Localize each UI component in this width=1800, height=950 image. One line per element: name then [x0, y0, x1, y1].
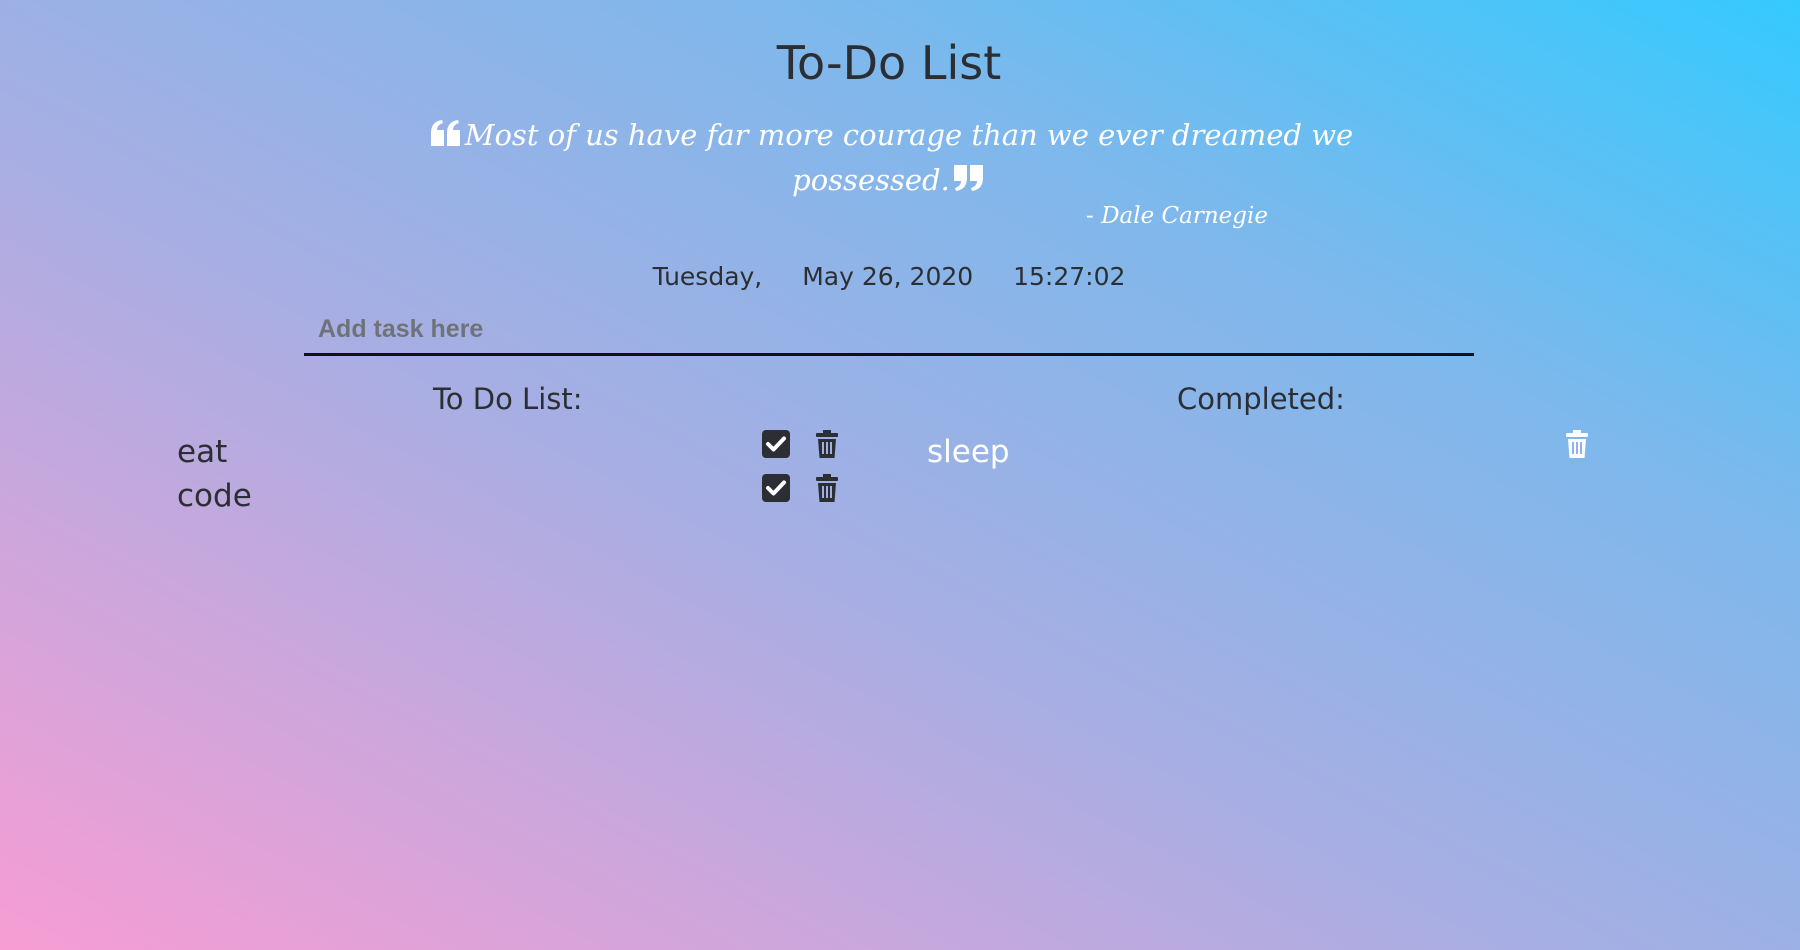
date-text: May 26, 2020 [802, 262, 974, 291]
todo-item-label: code [177, 478, 252, 514]
quote-author: - Dale Carnegie [1086, 203, 1268, 229]
quote-right-icon [953, 159, 984, 203]
app-background: To-Do List Most of us have far more cour… [0, 0, 1800, 950]
trash-icon[interactable] [816, 430, 838, 458]
completed-item-label: sleep [927, 434, 1010, 470]
todo-item-label: eat [177, 434, 228, 470]
trash-icon[interactable] [816, 474, 838, 502]
datetime-display: Tuesday, May 26, 2020 15:27:02 [0, 262, 1778, 291]
quote-left-icon [430, 114, 461, 158]
weekday-text: Tuesday, [652, 262, 763, 291]
check-square-icon[interactable] [762, 430, 790, 458]
add-task-input[interactable] [304, 306, 1474, 356]
time-text: 15:27:02 [1013, 262, 1126, 291]
page-title: To-Do List [776, 36, 1002, 90]
trash-icon[interactable] [1566, 430, 1588, 458]
check-square-icon[interactable] [762, 474, 790, 502]
completed-heading: Completed: [1177, 382, 1345, 416]
quote-text: Most of us have far more courage than we… [464, 118, 1354, 197]
quote-block: Most of us have far more courage than we… [420, 113, 1360, 203]
todo-heading: To Do List: [433, 382, 583, 416]
